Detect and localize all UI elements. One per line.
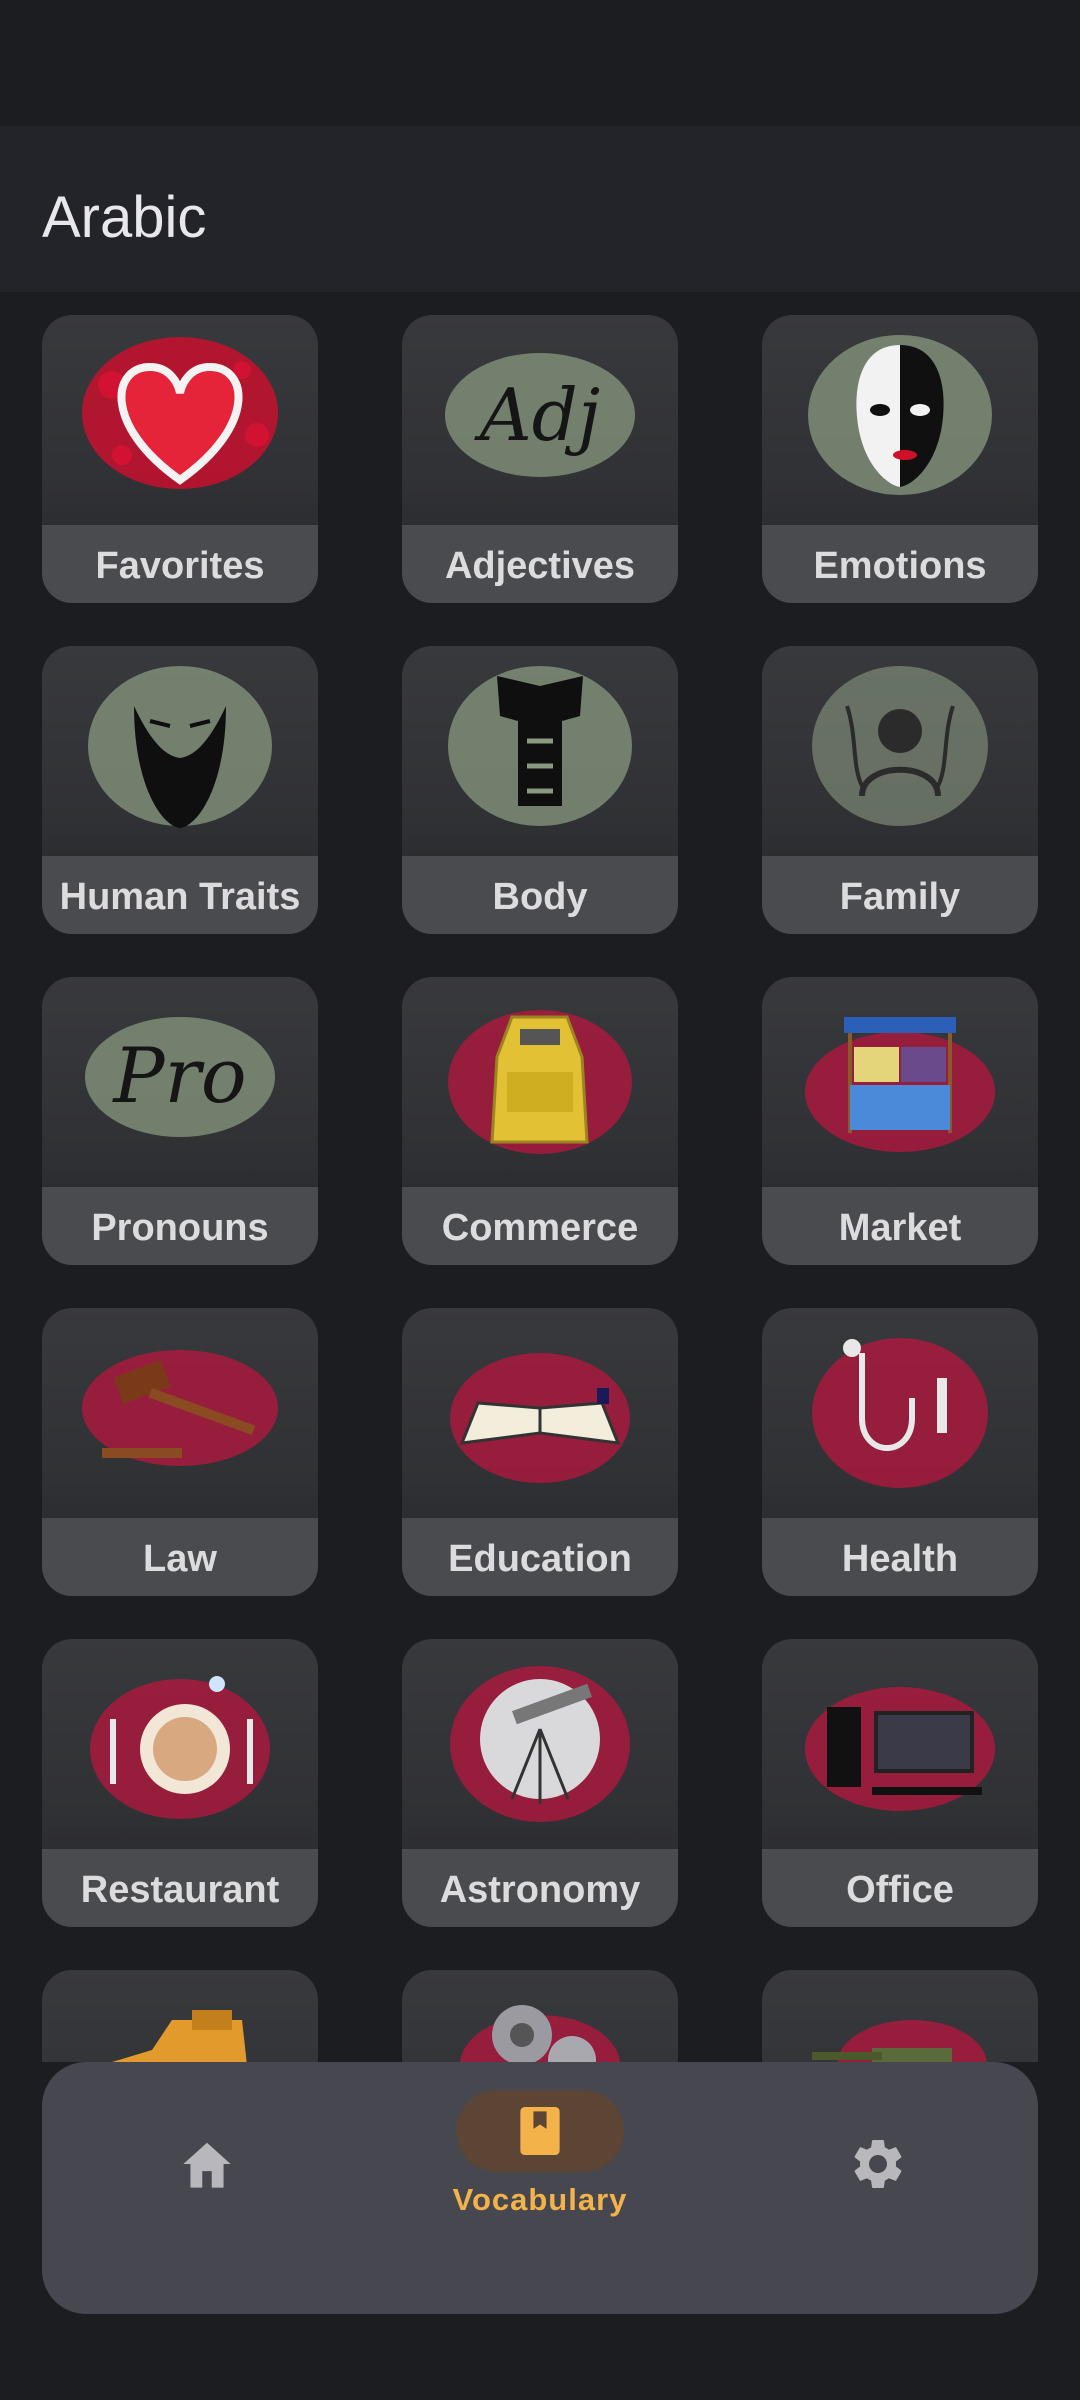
cash-register-icon <box>448 1010 632 1154</box>
category-label: Market <box>762 1187 1038 1265</box>
category-tile-favorites[interactable]: Favorites <box>42 315 318 603</box>
nav-home-button[interactable] <box>42 2062 374 2314</box>
nav-vocabulary-label: Vocabulary <box>452 2182 628 2217</box>
gears-icon <box>460 2005 620 2062</box>
nav-settings-button[interactable] <box>706 2062 1038 2314</box>
category-label: Emotions <box>762 525 1038 603</box>
svg-text:Pro: Pro <box>111 1031 246 1120</box>
category-label: Favorites <box>42 525 318 603</box>
category-label: Restaurant <box>42 1849 318 1927</box>
category-label: Adjectives <box>402 525 678 603</box>
tank-icon <box>812 2020 987 2062</box>
category-label: Commerce <box>402 1187 678 1265</box>
category-label: Human Traits <box>42 856 318 934</box>
category-tile-health[interactable]: Health <box>762 1308 1038 1596</box>
category-tile-partial[interactable] <box>402 1970 678 2062</box>
home-icon <box>183 2142 231 2188</box>
category-label: Office <box>762 1849 1038 1927</box>
pro-text-icon: Pro <box>85 1017 275 1137</box>
book-icon <box>520 2107 560 2155</box>
category-label: Astronomy <box>402 1849 678 1927</box>
nav-vocabulary-button[interactable]: Vocabulary <box>374 2062 706 2314</box>
adj-text-icon: Adj <box>445 353 635 477</box>
heart-icon <box>82 337 278 489</box>
category-tile-education[interactable]: Education <box>402 1308 678 1596</box>
plate-icon <box>90 1676 270 1819</box>
category-tile-family[interactable]: Family <box>762 646 1038 934</box>
category-tile-market[interactable]: Market <box>762 977 1038 1265</box>
tractor-icon <box>112 2010 247 2062</box>
face-icon <box>88 666 272 828</box>
category-tile-emotions[interactable]: Emotions <box>762 315 1038 603</box>
category-tile-partial[interactable] <box>762 1970 1038 2062</box>
gavel-icon <box>82 1350 278 1466</box>
stethoscope-icon <box>812 1338 988 1488</box>
computer-icon <box>805 1687 995 1811</box>
category-label: Health <box>762 1518 1038 1596</box>
family-icon <box>812 666 988 826</box>
category-tile-partial[interactable] <box>42 1970 318 2062</box>
category-label: Law <box>42 1518 318 1596</box>
category-label: Education <box>402 1518 678 1596</box>
market-stall-icon <box>805 1017 995 1152</box>
category-label: Body <box>402 856 678 934</box>
category-tile-law[interactable]: Law <box>42 1308 318 1596</box>
category-tile-body[interactable]: Body <box>402 646 678 934</box>
category-label: Pronouns <box>42 1187 318 1265</box>
category-tile-astronomy[interactable]: Astronomy <box>402 1639 678 1927</box>
bottom-navigation: Vocabulary <box>42 2062 1038 2314</box>
gear-icon <box>854 2140 902 2188</box>
category-tile-pronouns[interactable]: Pro Pronouns <box>42 977 318 1265</box>
category-tile-commerce[interactable]: Commerce <box>402 977 678 1265</box>
svg-text:Adj: Adj <box>474 373 600 457</box>
nav-active-indicator <box>456 2090 624 2172</box>
book-icon <box>450 1353 630 1483</box>
category-label: Family <box>762 856 1038 934</box>
mask-icon <box>808 335 992 495</box>
telescope-icon <box>450 1666 630 1822</box>
category-tile-restaurant[interactable]: Restaurant <box>42 1639 318 1927</box>
category-tile-adjectives[interactable]: Adj Adjectives <box>402 315 678 603</box>
category-grid: Favorites Adj Adjectives Emotions Human … <box>0 0 1080 2062</box>
torso-icon <box>448 666 632 826</box>
category-tile-office[interactable]: Office <box>762 1639 1038 1927</box>
category-tile-human-traits[interactable]: Human Traits <box>42 646 318 934</box>
